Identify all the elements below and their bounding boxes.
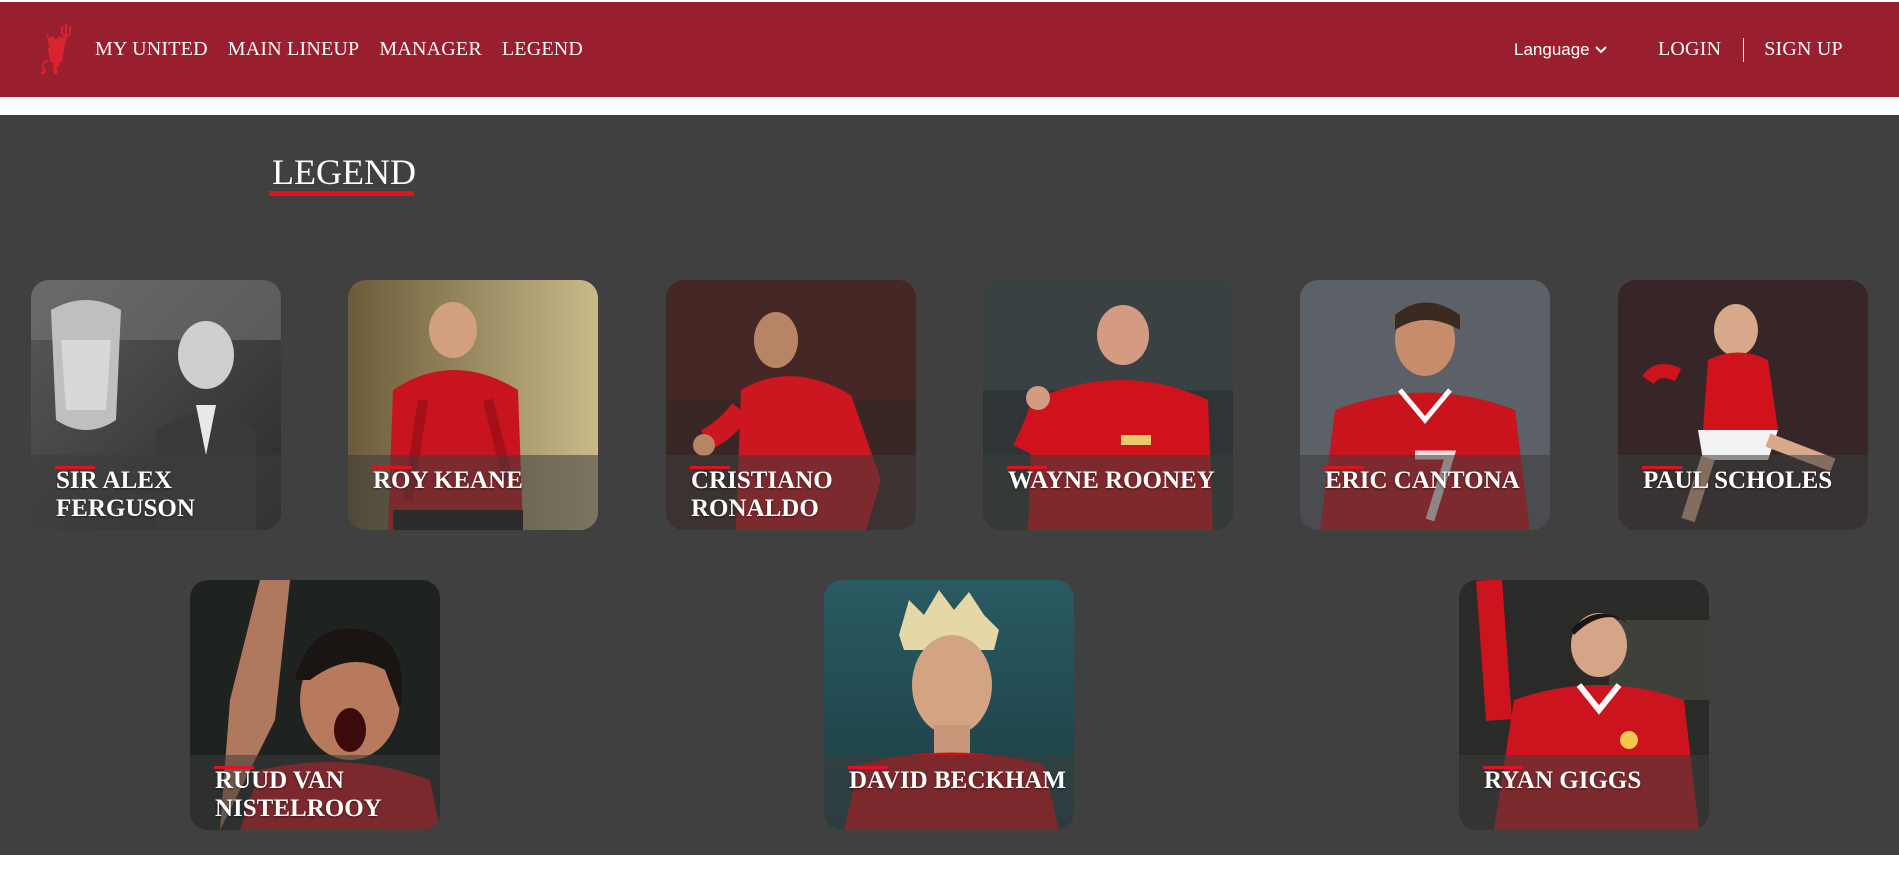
main-nav: MY UNITED MAIN LINEUP MANAGER LEGEND: [95, 2, 583, 97]
nav-link-my-united[interactable]: MY UNITED: [95, 38, 208, 61]
language-selector[interactable]: Language: [1514, 2, 1608, 97]
auth-links: LOGIN SIGN UP: [1658, 2, 1843, 97]
club-logo-icon[interactable]: [36, 22, 76, 76]
legend-card-cantona[interactable]: ERIC CANTONA: [1300, 280, 1550, 530]
legend-card-scholes[interactable]: PAUL SCHOLES: [1618, 280, 1868, 530]
signup-link[interactable]: SIGN UP: [1764, 38, 1843, 61]
legend-card-beckham[interactable]: DAVID BECKHAM: [824, 580, 1074, 830]
legend-name: DAVID BECKHAM: [849, 767, 1066, 794]
legend-name: RYAN GIGGS: [1484, 767, 1642, 794]
nav-link-manager[interactable]: MANAGER: [379, 38, 482, 61]
section-title-underline: [269, 191, 414, 196]
chevron-down-icon: [1594, 45, 1607, 53]
section-title: LEGEND: [272, 152, 416, 192]
legend-name: PAUL SCHOLES: [1643, 467, 1833, 494]
top-navbar: MY UNITED MAIN LINEUP MANAGER LEGEND Lan…: [0, 2, 1899, 97]
legend-card-ronaldo[interactable]: CRISTIANO RONALDO: [666, 280, 916, 530]
legend-card-ferguson[interactable]: SIR ALEX FERGUSON: [31, 280, 281, 530]
auth-divider: [1743, 37, 1745, 62]
login-link[interactable]: LOGIN: [1658, 38, 1721, 61]
legend-name: ERIC CANTONA: [1325, 467, 1520, 494]
legend-section: LEGEND SIR ALEX FERGUSON ROY KEANE CRIST…: [0, 115, 1899, 855]
legend-name: CRISTIANO RONALDO: [691, 467, 833, 522]
legend-name: ROY KEANE: [373, 467, 523, 494]
legend-card-giggs[interactable]: RYAN GIGGS: [1459, 580, 1709, 830]
legend-name: WAYNE ROONEY: [1008, 467, 1215, 494]
legend-card-van-nistelrooy[interactable]: RUUD VAN NISTELROOY: [190, 580, 440, 830]
legend-name: SIR ALEX FERGUSON: [56, 467, 195, 522]
language-label: Language: [1514, 39, 1590, 59]
legend-name: RUUD VAN NISTELROOY: [215, 767, 382, 822]
legend-card-keane[interactable]: ROY KEANE: [348, 280, 598, 530]
legend-card-rooney[interactable]: WAYNE ROONEY: [983, 280, 1233, 530]
nav-link-main-lineup[interactable]: MAIN LINEUP: [228, 38, 360, 61]
nav-link-legend[interactable]: LEGEND: [502, 38, 583, 61]
